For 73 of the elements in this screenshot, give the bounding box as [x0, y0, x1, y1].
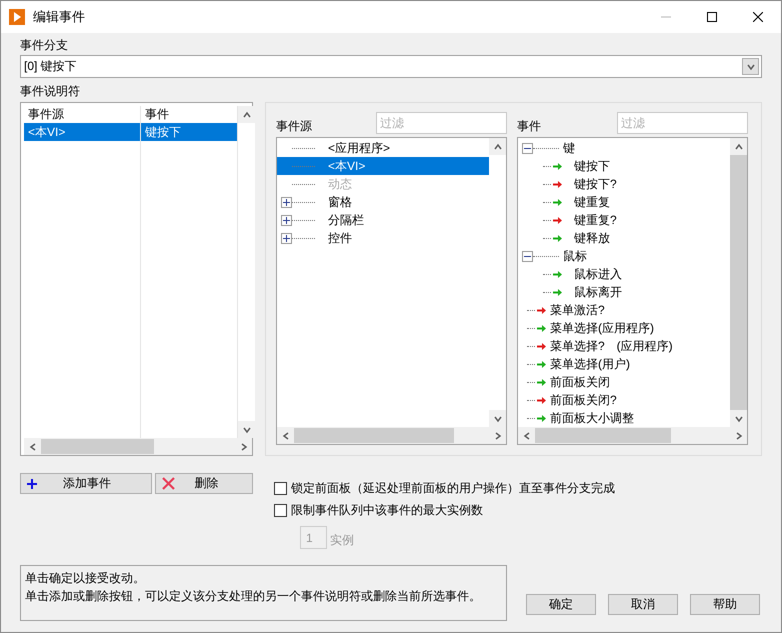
app-icon — [9, 9, 25, 25]
section-label: 事件说明符 — [20, 83, 81, 99]
tree-item[interactable]: 键释放 — [570, 229, 614, 247]
expand-icon[interactable] — [281, 232, 292, 244]
scroll-down-icon[interactable] — [242, 424, 252, 434]
horizontal-scrollbar[interactable] — [24, 438, 252, 455]
scroll-down-icon[interactable] — [492, 414, 502, 424]
dropdown-icon[interactable] — [746, 62, 756, 72]
checkbox[interactable] — [274, 504, 287, 517]
tree-item[interactable]: 键 — [559, 139, 579, 157]
tree-item[interactable]: 菜单选择(用户) — [546, 355, 634, 373]
delete-button[interactable]: 删除 — [155, 473, 253, 494]
dialog-button[interactable]: 取消 — [608, 594, 678, 615]
expand-icon[interactable] — [281, 214, 292, 226]
scroll-left-icon[interactable] — [280, 430, 290, 440]
tree-item[interactable]: 键按下? — [570, 175, 621, 193]
scroll-right-icon[interactable] — [238, 442, 248, 452]
tree-item[interactable]: 鼠标离开 — [570, 283, 626, 301]
scroll-down-icon[interactable] — [734, 414, 744, 424]
tree-item[interactable]: <本VI> — [277, 157, 489, 175]
tree-item[interactable]: 键重复? — [570, 211, 621, 229]
tree-item[interactable]: 菜单选择(应用程序) — [546, 319, 658, 337]
info-text: 单击确定以接受改动。 — [25, 570, 146, 586]
scroll-up-icon[interactable] — [242, 110, 252, 120]
collapse-icon[interactable] — [522, 142, 533, 154]
scroll-up-icon[interactable] — [734, 142, 744, 152]
expand-icon[interactable] — [281, 196, 292, 208]
list-row[interactable]: <本VI> 键按下 — [24, 123, 238, 141]
tree-item[interactable]: 窗格 — [277, 193, 489, 211]
close-icon[interactable] — [753, 12, 763, 22]
scroll-up-icon[interactable] — [492, 142, 502, 152]
tree-item[interactable]: 鼠标进入 — [570, 265, 626, 283]
dialog-button[interactable]: 帮助 — [690, 594, 760, 615]
collapse-icon[interactable] — [522, 250, 533, 262]
plus-icon — [27, 478, 37, 488]
field-label: 事件分支 — [20, 37, 69, 53]
checkbox[interactable] — [274, 482, 287, 495]
tree-item[interactable]: 前面板关闭 — [546, 373, 614, 391]
scroll-thumb[interactable] — [41, 439, 154, 454]
tree-item[interactable]: 键按下 — [570, 157, 614, 175]
checkbox-label: 锁定前面板（延迟处理前面板的用户操作）直至事件分支完成 — [291, 480, 615, 497]
section-label: 事件 — [517, 118, 541, 134]
window-title: 编辑事件 — [33, 8, 86, 26]
tree-item[interactable]: 前面板关闭? — [546, 391, 621, 409]
add-event-button[interactable]: 添加事件 — [20, 473, 152, 494]
scroll-left-icon[interactable] — [28, 442, 38, 452]
scroll-thumb[interactable] — [294, 428, 454, 443]
tree-item[interactable]: 鼠标 — [559, 247, 591, 265]
horizontal-scrollbar[interactable] — [518, 427, 747, 444]
tree-item[interactable]: 键重复 — [570, 193, 614, 211]
tree-item[interactable]: 分隔栏 — [277, 211, 489, 229]
scroll-left-icon[interactable] — [522, 430, 532, 440]
info-text: 单击添加或删除按钮，可以定义该分支处理的另一个事件说明符或删除当前所选事件。 — [25, 588, 482, 604]
horizontal-scrollbar[interactable] — [277, 427, 506, 444]
scroll-right-icon[interactable] — [492, 430, 502, 440]
filter-field[interactable]: 过滤 — [617, 112, 748, 134]
vertical-scrollbar[interactable] — [238, 106, 255, 438]
section-label: 事件源 — [276, 118, 312, 134]
field-label: 实例 — [330, 532, 354, 549]
scroll-right-icon[interactable] — [734, 430, 744, 440]
filter-field[interactable]: 过滤 — [376, 112, 507, 134]
dialog-button[interactable]: 确定 — [526, 594, 596, 615]
tree-item[interactable]: 菜单激活? — [546, 301, 609, 319]
vertical-scrollbar[interactable] — [730, 138, 747, 427]
maximize-icon[interactable] — [707, 12, 717, 22]
tree-item[interactable]: <应用程序> — [277, 139, 489, 157]
tree-item[interactable]: 前面板大小调整 — [546, 409, 638, 427]
tree-item[interactable]: 控件 — [277, 229, 489, 247]
scroll-thumb[interactable] — [535, 428, 671, 443]
dropdown[interactable]: [0] 键按下 — [20, 55, 762, 78]
delete-icon — [162, 477, 175, 490]
tree-item[interactable]: 菜单选择? (应用程序) — [546, 337, 677, 355]
checkbox-label: 限制事件队列中该事件的最大实例数 — [291, 502, 483, 519]
